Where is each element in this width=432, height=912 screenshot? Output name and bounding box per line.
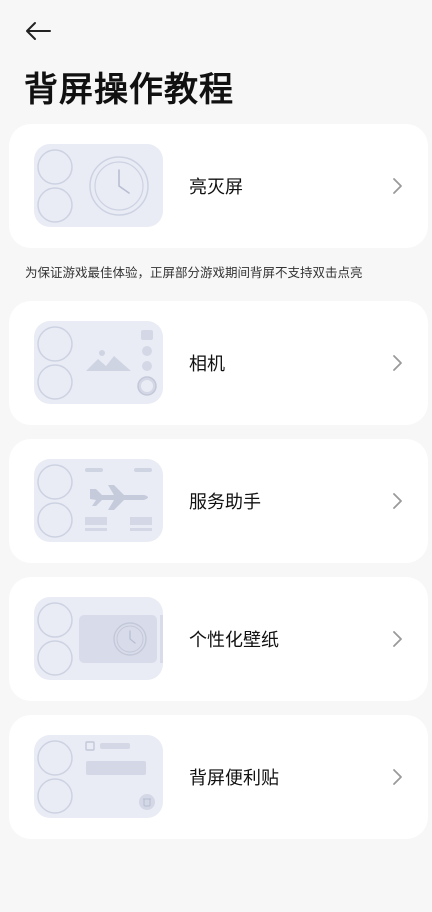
chevron-right-icon xyxy=(393,769,402,785)
item-label: 背屏便利贴 xyxy=(189,768,279,789)
tutorial-item-service-assistant[interactable]: 服务助手 xyxy=(9,439,428,563)
page-title: 背屏操作教程 xyxy=(24,70,234,110)
tutorial-item-sticky-note[interactable]: 背屏便利贴 xyxy=(9,715,428,839)
clock-thumbnail-icon xyxy=(34,144,163,227)
tutorial-item-camera[interactable]: 相机 xyxy=(9,301,428,425)
chevron-right-icon xyxy=(393,178,402,194)
wallpaper-thumbnail-icon xyxy=(34,597,163,680)
item-label: 相机 xyxy=(189,354,225,375)
item-label: 亮灭屏 xyxy=(189,177,243,198)
airplane-thumbnail-icon xyxy=(34,459,163,542)
tutorial-item-wallpaper[interactable]: 个性化壁纸 xyxy=(9,577,428,701)
camera-thumbnail-icon xyxy=(34,321,163,404)
tutorial-item-screen-on-off[interactable]: 亮灭屏 xyxy=(9,124,428,248)
game-mode-note: 为保证游戏最佳体验，正屏部分游戏期间背屏不支持双击点亮 xyxy=(25,265,363,280)
back-arrow-icon xyxy=(26,22,51,40)
item-label: 服务助手 xyxy=(189,492,261,513)
item-label: 个性化壁纸 xyxy=(189,630,279,651)
chevron-right-icon xyxy=(393,493,402,509)
back-button[interactable] xyxy=(20,16,56,46)
chevron-right-icon xyxy=(393,631,402,647)
sticky-note-thumbnail-icon xyxy=(34,735,163,818)
chevron-right-icon xyxy=(393,355,402,371)
